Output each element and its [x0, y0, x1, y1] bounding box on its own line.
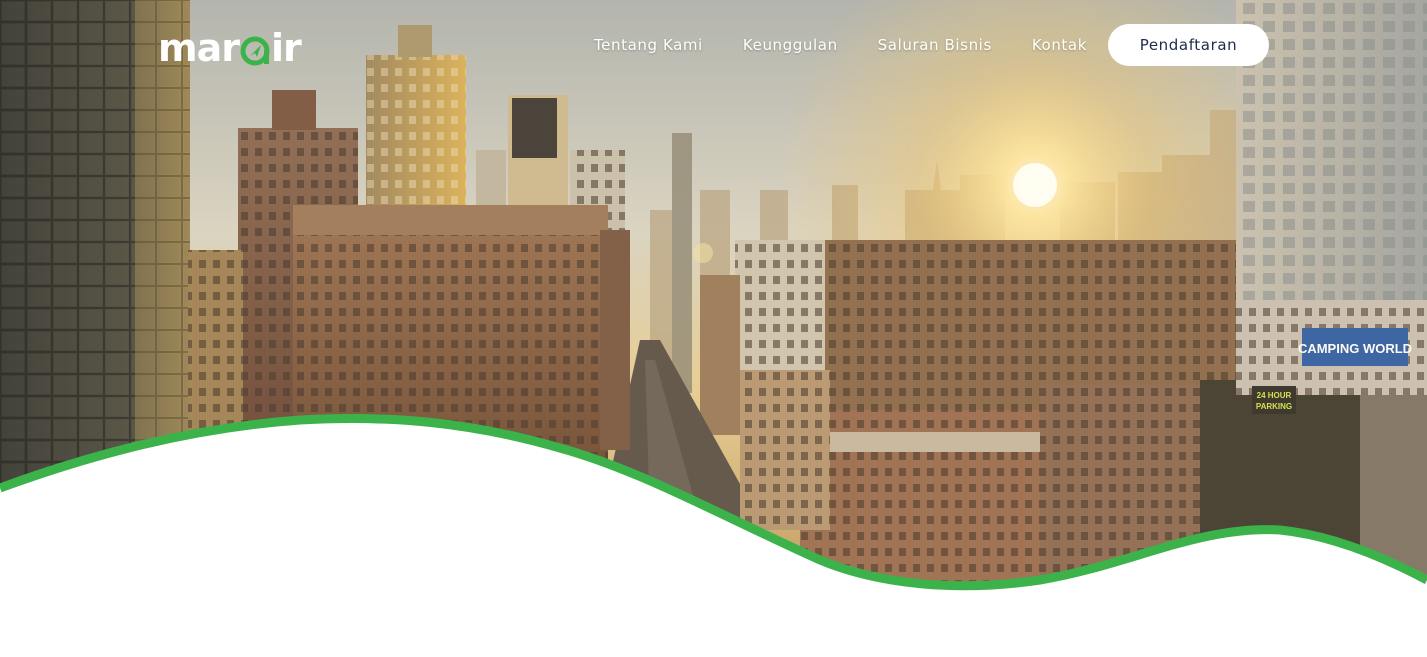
- nav-links: Tentang Kami Keunggulan Saluran Bisnis K…: [554, 34, 1087, 56]
- brand-logo[interactable]: mar ir: [158, 26, 302, 70]
- logo-text-suffix: ir: [270, 26, 302, 70]
- top-navbar: mar ir Tentang Kami Keunggulan Saluran B…: [0, 0, 1427, 90]
- nav-link-kontak[interactable]: Kontak: [1032, 34, 1087, 56]
- logo-location-pin-icon: [240, 36, 270, 66]
- pendaftaran-button[interactable]: Pendaftaran: [1108, 24, 1269, 66]
- nav-link-tentang-kami[interactable]: Tentang Kami: [594, 34, 703, 56]
- nav-link-keunggulan[interactable]: Keunggulan: [743, 34, 838, 56]
- hero-city-image: CAMPING WORLD 24 HOUR PARKING: [0, 0, 1427, 591]
- logo-text-prefix: mar: [158, 26, 240, 70]
- landing-page: CAMPING WORLD 24 HOUR PARKING mar ir Ten…: [0, 0, 1427, 657]
- nav-link-saluran-bisnis[interactable]: Saluran Bisnis: [878, 34, 992, 56]
